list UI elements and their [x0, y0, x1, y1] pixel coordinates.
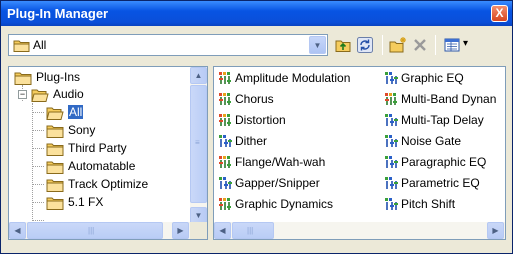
tree-line: [32, 184, 44, 185]
toolbar-separator: [435, 35, 436, 55]
scroll-corner: [190, 222, 207, 239]
plugin-item-label: Graphic Dynamics: [235, 197, 334, 211]
new-folder-icon[interactable]: [389, 36, 407, 54]
tree-line: [32, 220, 44, 221]
scroll-right-button[interactable]: ▶: [487, 222, 504, 239]
tree-item-label: Automatable: [68, 159, 136, 173]
tree-line: [32, 103, 33, 233]
toolbar: All ▼ ▾: [1, 26, 512, 63]
tree-line: [32, 148, 44, 149]
plugin-fx-icon: [385, 93, 397, 105]
refresh-icon[interactable]: [356, 36, 374, 54]
tree-horizontal-scrollbar[interactable]: ◀ ||| ▶: [9, 222, 190, 239]
plugin-fx-icon: [219, 114, 231, 126]
plugin-fx-icon: [385, 177, 398, 189]
plugin-fx-icon: [385, 72, 398, 84]
folder-icon: [14, 72, 32, 85]
plugin-item-label: Multi-Band Dynan: [401, 92, 497, 106]
plugin-item-label: Multi-Tap Delay: [401, 113, 484, 127]
scroll-left-button[interactable]: ◀: [214, 222, 231, 239]
plugin-fx-icon: [219, 177, 232, 189]
folder-icon: [46, 179, 64, 192]
scroll-grip: |||: [247, 226, 254, 235]
folder-icon: [46, 161, 64, 174]
plugin-list-pane[interactable]: Amplitude Modulation Chorus Distortion Dith…: [213, 66, 506, 240]
scroll-right-button[interactable]: ▶: [172, 222, 189, 239]
tree-line: [32, 112, 44, 113]
plugin-fx-icon: [385, 114, 398, 126]
tree-item-label: Sony: [68, 123, 96, 137]
plugin-item-label: Amplitude Modulation: [235, 71, 351, 85]
scroll-grip: ≡: [195, 138, 200, 147]
location-combobox[interactable]: All ▼: [8, 34, 328, 56]
plugin-fx-icon: [385, 135, 398, 147]
tree-item-label: Plug-Ins: [36, 70, 81, 84]
plugin-item-label: Noise Gate: [401, 134, 462, 148]
title-bar[interactable]: Plug-In Manager X: [1, 1, 512, 26]
view-dropdown-arrow[interactable]: ▾: [463, 38, 468, 49]
plugin-item-label: Gapper/Snipper: [235, 176, 320, 190]
plugin-fx-icon: [219, 135, 232, 147]
plugin-fx-icon: [385, 156, 398, 168]
plugin-fx-icon: [219, 72, 231, 84]
plugin-fx-icon: [385, 198, 398, 210]
folder-open-icon: [46, 107, 64, 120]
view-list-icon[interactable]: [443, 36, 461, 54]
scroll-up-button[interactable]: ▲: [190, 67, 207, 84]
window-title: Plug-In Manager: [7, 6, 109, 21]
scroll-left-button[interactable]: ◀: [9, 222, 26, 239]
tree-line: [32, 166, 44, 167]
tree-item-label: Third Party: [68, 141, 127, 155]
plugin-manager-window: Plug-In Manager X All ▼ ▾ Plug-Ins − Aud…: [0, 0, 513, 254]
folder-open-icon: [31, 89, 49, 102]
folder-icon: [13, 40, 30, 52]
scroll-thumb[interactable]: |||: [27, 222, 163, 239]
delete-icon[interactable]: [411, 36, 429, 54]
tree-line: [32, 130, 44, 131]
folder-icon: [46, 125, 64, 138]
plugin-fx-icon: [219, 198, 231, 210]
tree-vertical-scrollbar[interactable]: ▲ ≡ ▼: [190, 67, 207, 224]
plugin-fx-icon: [219, 156, 231, 168]
up-folder-icon[interactable]: [334, 36, 352, 54]
chevron-down-icon[interactable]: ▼: [309, 36, 326, 54]
scroll-thumb[interactable]: |||: [232, 222, 274, 239]
collapse-icon[interactable]: −: [18, 90, 27, 99]
scroll-thumb[interactable]: ≡: [190, 85, 207, 203]
list-horizontal-scrollbar[interactable]: ◀ ||| ▶: [214, 222, 505, 239]
plugin-item-label: Graphic EQ: [401, 71, 464, 85]
tree-item-label: Audio: [53, 87, 84, 101]
plugin-item-label: Parametric EQ: [401, 176, 480, 190]
scroll-grip: |||: [88, 226, 95, 235]
tree-item-label-selected: All: [68, 105, 84, 119]
folder-icon: [46, 197, 64, 210]
tree-item-label: Track Optimize: [68, 177, 149, 191]
plugin-item-label: Paragraphic EQ: [401, 155, 487, 169]
tree-item-label: 5.1 FX: [68, 195, 104, 209]
folder-icon: [46, 143, 64, 156]
location-value: All: [33, 38, 47, 52]
plugin-item-label: Chorus: [235, 92, 274, 106]
folder-tree-pane[interactable]: Plug-Ins − Audio All Sony Third Party Au…: [8, 66, 208, 240]
plugin-item-label: Pitch Shift: [401, 197, 456, 211]
close-button[interactable]: X: [491, 5, 508, 22]
plugin-fx-icon: [219, 93, 231, 105]
plugin-item-label: Dither: [235, 134, 268, 148]
tree-line: [32, 202, 44, 203]
plugin-item-label: Flange/Wah-wah: [235, 155, 326, 169]
toolbar-separator: [382, 35, 383, 55]
plugin-item-label: Distortion: [235, 113, 286, 127]
